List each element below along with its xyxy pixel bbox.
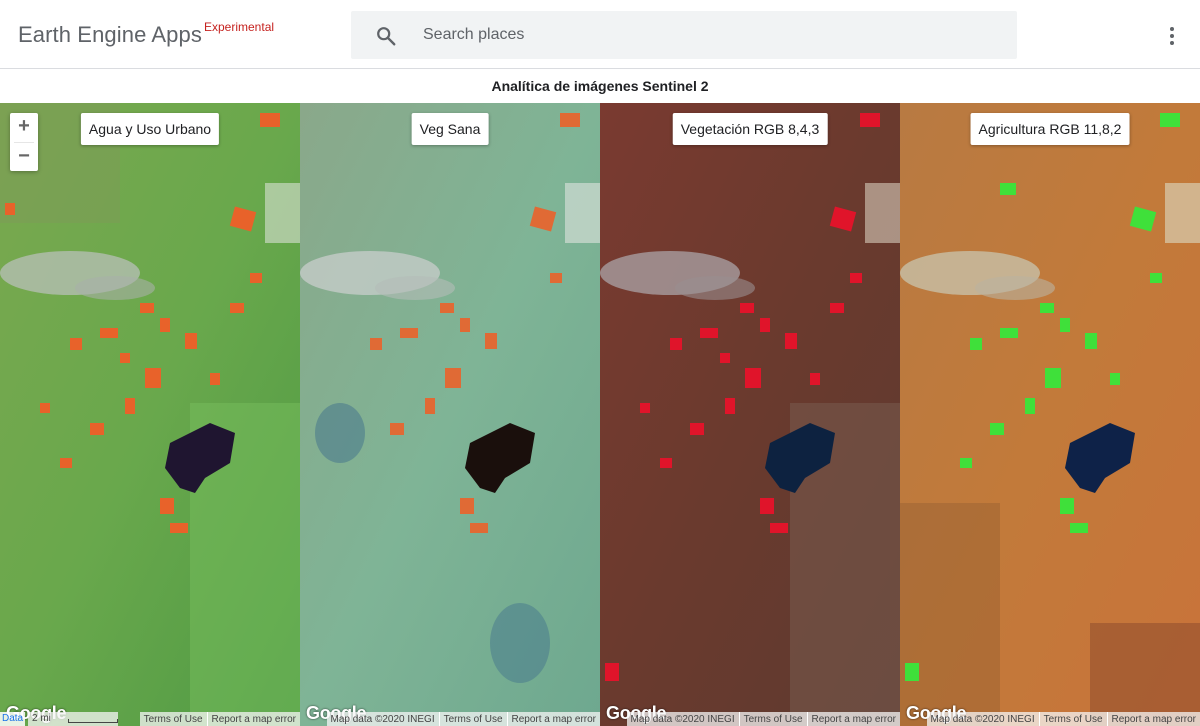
search-icon[interactable]: [375, 25, 397, 47]
map-data-text: Map data ©2020 INEGI: [630, 713, 735, 725]
satellite-imagery[interactable]: [900, 103, 1200, 726]
report-error-link[interactable]: Report a map error: [1108, 714, 1200, 725]
map-panel-agua-urbano[interactable]: + − Agua y Uso Urbano Google 2 mi Data T…: [0, 103, 300, 726]
layer-label: Agua y Uso Urbano: [80, 113, 220, 145]
terms-link[interactable]: Terms of Use: [740, 714, 807, 725]
satellite-imagery[interactable]: [600, 103, 900, 726]
more-options-icon[interactable]: [1158, 22, 1186, 50]
layer-label: Vegetación RGB 8,4,3: [672, 113, 828, 145]
map-data-text: Map data ©2020 INEGI: [330, 713, 435, 725]
experimental-tag: Experimental: [204, 20, 275, 34]
report-error-link[interactable]: Report a map error: [508, 714, 600, 725]
page-title: Analítica de imágenes Sentinel 2: [491, 78, 709, 94]
report-error-link[interactable]: Report a map error: [208, 714, 300, 725]
map-data-text: Map data ©2020 INEGI: [930, 713, 1035, 725]
satellite-imagery[interactable]: [0, 103, 300, 726]
layer-label: Agricultura RGB 11,8,2: [970, 113, 1130, 145]
report-error-link[interactable]: Report a map error: [808, 714, 900, 725]
map-panel-veg-sana[interactable]: Veg Sana Google Map data ©2020 INEGI Ter…: [300, 103, 600, 726]
zoom-out-button[interactable]: −: [10, 143, 38, 171]
layer-label: Veg Sana: [411, 113, 489, 145]
map-panel-rgb-843[interactable]: Vegetación RGB 8,4,3 Google Map data ©20…: [600, 103, 900, 726]
top-bar: Earth Engine Apps Experimental: [0, 0, 1200, 69]
scale-indicator[interactable]: 2 mi: [28, 712, 118, 726]
scale-bar: [68, 719, 118, 723]
terms-link[interactable]: Terms of Use: [1040, 714, 1107, 725]
terms-link[interactable]: Terms of Use: [140, 714, 207, 725]
search-input[interactable]: [423, 11, 1003, 59]
zoom-in-button[interactable]: +: [10, 113, 38, 141]
satellite-imagery[interactable]: [300, 103, 600, 726]
search-box[interactable]: [351, 11, 1017, 59]
map-attribution: Terms of Use Report a map error: [139, 712, 300, 726]
scale-text: 2 mi: [32, 713, 51, 724]
map-panel-rgb-1182[interactable]: Agricultura RGB 11,8,2 Google Map data ©…: [900, 103, 1200, 726]
map-attribution: Map data ©2020 INEGI Terms of Use Report…: [926, 712, 1200, 726]
terms-link[interactable]: Terms of Use: [440, 714, 507, 725]
map-attribution: Map data ©2020 INEGI Terms of Use Report…: [326, 712, 600, 726]
map-attribution: Map data ©2020 INEGI Terms of Use Report…: [626, 712, 900, 726]
zoom-control: + −: [10, 113, 38, 171]
data-link[interactable]: Data: [0, 712, 26, 726]
brand-title: Earth Engine Apps: [18, 22, 202, 47]
